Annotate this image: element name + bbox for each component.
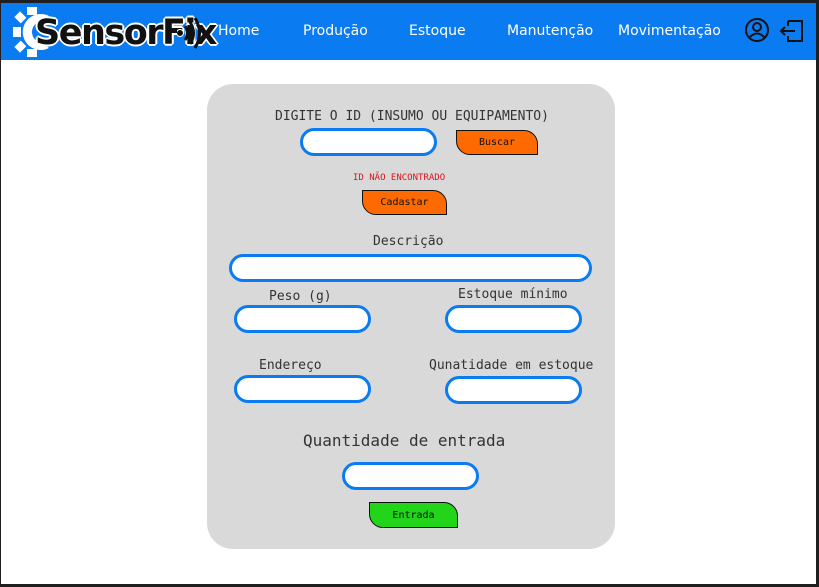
- stock-qty-input[interactable]: [445, 376, 582, 404]
- nav-estoque[interactable]: Estoque: [409, 23, 466, 39]
- entry-qty-input[interactable]: [342, 462, 479, 490]
- app-window: SensorFix Home Produção Estoque Manutenç…: [0, 0, 817, 585]
- nav-movimentacao[interactable]: Movimentação: [618, 23, 721, 39]
- id-input[interactable]: [300, 128, 437, 156]
- search-button[interactable]: Buscar: [456, 130, 538, 155]
- register-button[interactable]: Cadastar: [362, 190, 447, 215]
- description-input[interactable]: [229, 254, 592, 282]
- nav-producao[interactable]: Produção: [303, 23, 368, 39]
- error-message: ID NÃO ENCONTRADO: [353, 173, 446, 183]
- weight-label: Peso (g): [269, 289, 332, 304]
- brand-logo[interactable]: SensorFix: [11, 7, 217, 57]
- id-label: DIGITE O ID (INSUMO OU EQUIPAMENTO): [275, 109, 549, 124]
- description-label: Descrição: [373, 234, 444, 249]
- navbar: SensorFix Home Produção Estoque Manutenç…: [1, 3, 816, 60]
- weight-input[interactable]: [234, 305, 371, 333]
- logout-icon[interactable]: [778, 17, 806, 45]
- min-stock-label: Estoque mínimo: [458, 287, 568, 302]
- signal-waves-icon: [177, 17, 201, 49]
- entry-qty-label: Quantidade de entrada: [303, 431, 506, 450]
- user-circle-icon[interactable]: [744, 17, 770, 43]
- min-stock-input[interactable]: [445, 305, 582, 333]
- stock-qty-label: Qunatidade em estoque: [429, 358, 594, 373]
- nav-manutencao[interactable]: Manutenção: [507, 23, 593, 39]
- address-input[interactable]: [234, 375, 371, 403]
- stock-entry-form: DIGITE O ID (INSUMO OU EQUIPAMENTO) Busc…: [207, 84, 615, 549]
- entry-button[interactable]: Entrada: [369, 502, 458, 528]
- address-label: Endereço: [259, 358, 322, 373]
- nav-home[interactable]: Home: [218, 23, 259, 39]
